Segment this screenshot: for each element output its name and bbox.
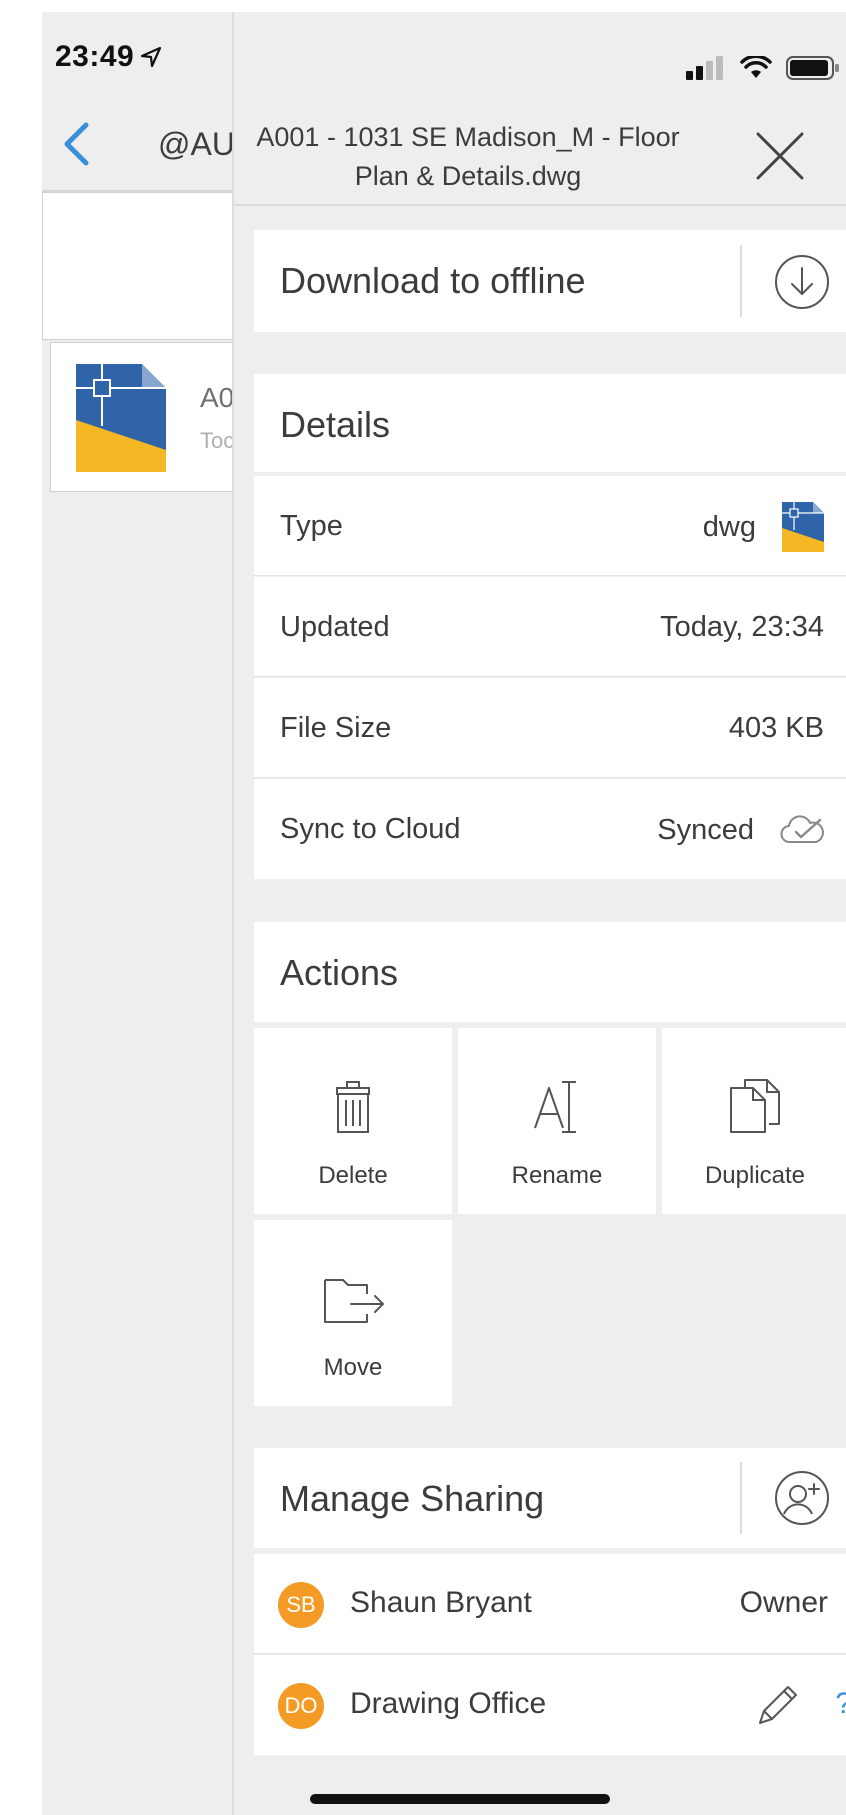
- share-member-role: Owner: [739, 1586, 828, 1619]
- dwg-file-icon: [76, 364, 166, 472]
- rename-label: Rename: [511, 1162, 603, 1189]
- trash-icon: [336, 1081, 370, 1133]
- share-member-name: Drawing Office: [350, 1687, 547, 1720]
- download-icon[interactable]: [774, 254, 830, 310]
- home-indicator: [310, 1794, 610, 1804]
- header-divider: [234, 204, 846, 206]
- panel-title: A001 - 1031 SE Madison_M - Floor Plan & …: [256, 122, 680, 191]
- details-header: Details: [254, 374, 846, 472]
- type-value-text: dwg: [702, 511, 756, 543]
- back-chevron-icon[interactable]: [62, 122, 90, 166]
- download-offline-row[interactable]: Download to offline: [254, 230, 846, 332]
- rename-button[interactable]: Rename: [458, 1028, 656, 1214]
- sync-label: Sync to Cloud: [280, 813, 461, 845]
- download-offline-label: Download to offline: [280, 260, 586, 301]
- updated-label: Updated: [280, 611, 390, 643]
- download-separator: [740, 245, 742, 317]
- rename-icon: [534, 1081, 576, 1133]
- type-value: dwg: [703, 502, 824, 552]
- type-label: Type: [280, 510, 343, 542]
- duplicate-label: Duplicate: [704, 1162, 806, 1189]
- status-time-text: 23:49: [55, 40, 135, 73]
- file-size-value: 403 KB: [728, 712, 824, 744]
- move-icon: [324, 1279, 384, 1323]
- manage-sharing-heading: Manage Sharing: [280, 1478, 545, 1519]
- wifi-icon: [740, 56, 772, 78]
- status-time: 23:49: [55, 40, 162, 74]
- sync-value-text: Synced: [657, 814, 754, 846]
- pencil-icon[interactable]: [754, 1681, 800, 1729]
- details-heading: Details: [280, 404, 391, 445]
- background-header-title: @AU: [158, 126, 235, 162]
- actions-heading: Actions: [280, 952, 399, 993]
- dwg-file-icon: [782, 502, 824, 552]
- background-file-subtitle: Toc: [200, 428, 235, 453]
- cellular-signal-icon: [686, 56, 723, 80]
- detail-row-type: Type dwg: [254, 476, 846, 576]
- close-icon[interactable]: [754, 130, 806, 182]
- sync-value: Synced: [657, 805, 824, 855]
- detail-row-updated: Updated Today, 23:34: [254, 577, 846, 677]
- detail-row-file-size: File Size 403 KB: [254, 678, 846, 778]
- file-details-panel: A001 - 1031 SE Madison_M - Floor Plan & …: [232, 12, 846, 1815]
- avatar: SB: [278, 1582, 324, 1628]
- move-label: Move: [323, 1354, 383, 1381]
- battery-icon: [786, 56, 839, 80]
- file-size-label: File Size: [280, 712, 392, 744]
- background-search-area: [42, 192, 242, 340]
- delete-button[interactable]: Delete: [254, 1028, 452, 1214]
- cloud-check-icon: [780, 815, 824, 843]
- panel-header: A001 - 1031 SE Madison_M - Floor Plan & …: [234, 100, 846, 204]
- move-button[interactable]: Move: [254, 1220, 452, 1406]
- add-user-icon[interactable]: [774, 1470, 830, 1526]
- sharing-separator: [740, 1462, 742, 1534]
- avatar: DO: [278, 1683, 324, 1729]
- manage-sharing-header: Manage Sharing: [254, 1448, 846, 1548]
- share-member-role[interactable]: ?: [835, 1687, 846, 1721]
- detail-row-sync[interactable]: Sync to Cloud Synced: [254, 779, 846, 879]
- background-file-name: A0: [200, 382, 235, 413]
- updated-value: Today, 23:34: [660, 611, 824, 643]
- share-member-row[interactable]: DO Drawing Office ?: [254, 1655, 846, 1755]
- share-member-row[interactable]: SB Shaun Bryant Owner: [254, 1554, 846, 1654]
- duplicate-icon: [730, 1079, 780, 1133]
- status-indicators: [686, 56, 846, 80]
- delete-label: Delete: [318, 1162, 388, 1189]
- duplicate-button[interactable]: Duplicate: [662, 1028, 846, 1214]
- location-arrow-icon: [141, 46, 162, 68]
- actions-header: Actions: [254, 922, 846, 1022]
- share-member-name: Shaun Bryant: [350, 1586, 532, 1619]
